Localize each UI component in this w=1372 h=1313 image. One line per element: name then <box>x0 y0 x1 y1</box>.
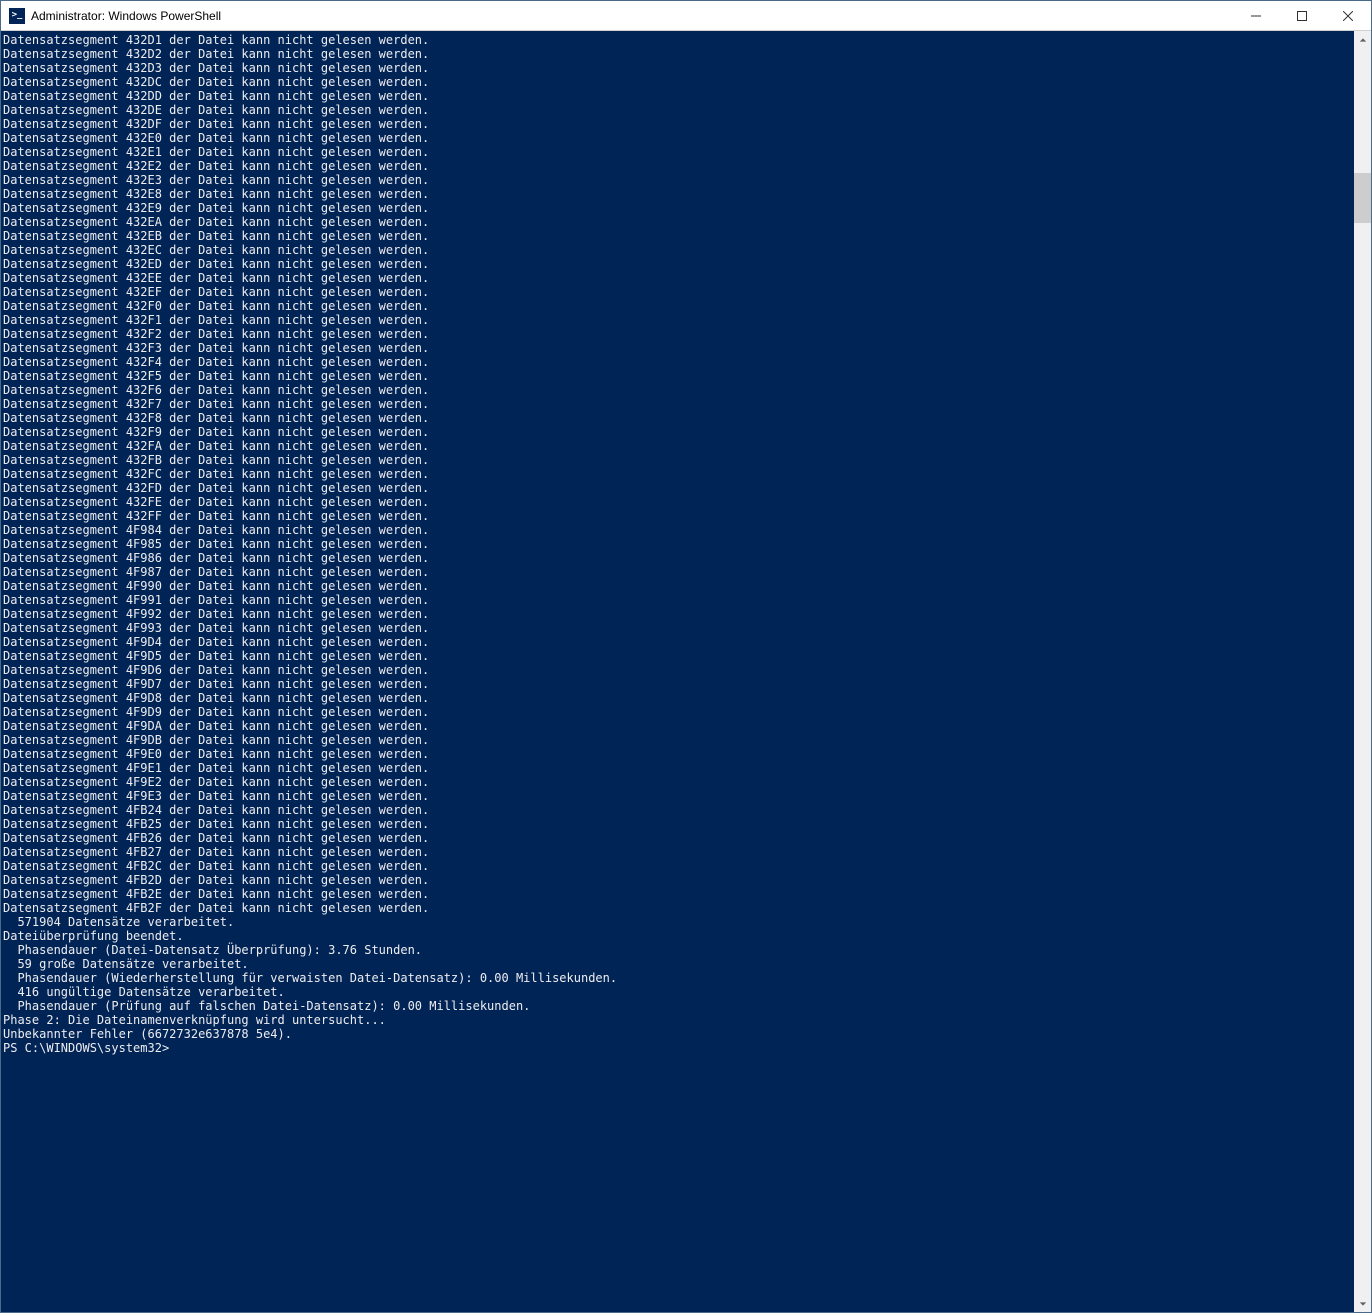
terminal-line: Datensatzsegment 432F3 der Datei kann ni… <box>3 341 1354 355</box>
terminal-line: Datensatzsegment 4FB2E der Datei kann ni… <box>3 887 1354 901</box>
terminal-line: Datensatzsegment 4FB2F der Datei kann ni… <box>3 901 1354 915</box>
terminal-line: Datensatzsegment 4F9D7 der Datei kann ni… <box>3 677 1354 691</box>
terminal-line: Datensatzsegment 4F986 der Datei kann ni… <box>3 551 1354 565</box>
terminal-line: Datensatzsegment 4F9D5 der Datei kann ni… <box>3 649 1354 663</box>
terminal-line: Datensatzsegment 4F991 der Datei kann ni… <box>3 593 1354 607</box>
terminal-line: Datensatzsegment 432F5 der Datei kann ni… <box>3 369 1354 383</box>
terminal-line: Datensatzsegment 4F9D9 der Datei kann ni… <box>3 705 1354 719</box>
terminal-line: Datensatzsegment 4FB26 der Datei kann ni… <box>3 831 1354 845</box>
terminal-line: Datensatzsegment 4F987 der Datei kann ni… <box>3 565 1354 579</box>
scroll-down-button[interactable] <box>1354 1295 1371 1312</box>
terminal-line: Datensatzsegment 432F4 der Datei kann ni… <box>3 355 1354 369</box>
terminal-line: Datensatzsegment 432FF der Datei kann ni… <box>3 509 1354 523</box>
close-button[interactable] <box>1325 1 1371 31</box>
maximize-icon <box>1297 11 1307 21</box>
minimize-button[interactable] <box>1233 1 1279 31</box>
terminal-line: Datensatzsegment 4FB2C der Datei kann ni… <box>3 859 1354 873</box>
powershell-icon: >_ <box>9 8 25 24</box>
terminal-line: Datensatzsegment 432EA der Datei kann ni… <box>3 215 1354 229</box>
terminal-line: Datensatzsegment 432D2 der Datei kann ni… <box>3 47 1354 61</box>
terminal-line: Datensatzsegment 4F9D4 der Datei kann ni… <box>3 635 1354 649</box>
terminal-line: Datensatzsegment 4F9E1 der Datei kann ni… <box>3 761 1354 775</box>
scrollbar-track[interactable] <box>1354 48 1371 1295</box>
terminal-line: PS C:\WINDOWS\system32> <box>3 1041 1354 1055</box>
terminal-line: Datensatzsegment 4FB25 der Datei kann ni… <box>3 817 1354 831</box>
terminal-line: Datensatzsegment 432DD der Datei kann ni… <box>3 89 1354 103</box>
terminal-line: Phase 2: Die Dateinamenverknüpfung wird … <box>3 1013 1354 1027</box>
terminal-line: Datensatzsegment 432EE der Datei kann ni… <box>3 271 1354 285</box>
terminal-line: Datensatzsegment 432FC der Datei kann ni… <box>3 467 1354 481</box>
window-title: Administrator: Windows PowerShell <box>31 9 221 23</box>
chevron-down-icon <box>1359 1300 1367 1308</box>
maximize-button[interactable] <box>1279 1 1325 31</box>
terminal-line: Datensatzsegment 4F984 der Datei kann ni… <box>3 523 1354 537</box>
terminal-line: Datensatzsegment 4F9D6 der Datei kann ni… <box>3 663 1354 677</box>
scrollbar-thumb[interactable] <box>1354 173 1371 223</box>
terminal-line: Datensatzsegment 432EF der Datei kann ni… <box>3 285 1354 299</box>
terminal-line: Datensatzsegment 432D3 der Datei kann ni… <box>3 61 1354 75</box>
terminal-line: 571904 Datensätze verarbeitet. <box>3 915 1354 929</box>
terminal-output[interactable]: Datensatzsegment 432D1 der Datei kann ni… <box>1 31 1354 1312</box>
terminal-line: Datensatzsegment 432F2 der Datei kann ni… <box>3 327 1354 341</box>
terminal-line: Datensatzsegment 432E0 der Datei kann ni… <box>3 131 1354 145</box>
terminal-line: Datensatzsegment 432D1 der Datei kann ni… <box>3 33 1354 47</box>
terminal-line: Datensatzsegment 432E2 der Datei kann ni… <box>3 159 1354 173</box>
terminal-line: Datensatzsegment 432F1 der Datei kann ni… <box>3 313 1354 327</box>
terminal-line: Datensatzsegment 432FA der Datei kann ni… <box>3 439 1354 453</box>
terminal-line: Datensatzsegment 432DF der Datei kann ni… <box>3 117 1354 131</box>
vertical-scrollbar[interactable] <box>1354 31 1371 1312</box>
terminal-line: Datensatzsegment 432F0 der Datei kann ni… <box>3 299 1354 313</box>
terminal-line: Datensatzsegment 432F7 der Datei kann ni… <box>3 397 1354 411</box>
terminal-line: Datensatzsegment 4F9D8 der Datei kann ni… <box>3 691 1354 705</box>
terminal-line: Datensatzsegment 432F8 der Datei kann ni… <box>3 411 1354 425</box>
terminal-line: Dateiüberprüfung beendet. <box>3 929 1354 943</box>
client-area: Datensatzsegment 432D1 der Datei kann ni… <box>1 31 1371 1312</box>
terminal-line: Datensatzsegment 432FB der Datei kann ni… <box>3 453 1354 467</box>
terminal-line: Datensatzsegment 432E1 der Datei kann ni… <box>3 145 1354 159</box>
terminal-line: Datensatzsegment 432FE der Datei kann ni… <box>3 495 1354 509</box>
terminal-line: Datensatzsegment 4F990 der Datei kann ni… <box>3 579 1354 593</box>
terminal-line: Datensatzsegment 432EB der Datei kann ni… <box>3 229 1354 243</box>
terminal-line: Datensatzsegment 432E3 der Datei kann ni… <box>3 173 1354 187</box>
terminal-line: Datensatzsegment 432EC der Datei kann ni… <box>3 243 1354 257</box>
scroll-up-button[interactable] <box>1354 31 1371 48</box>
terminal-line: Datensatzsegment 432DE der Datei kann ni… <box>3 103 1354 117</box>
terminal-line: Datensatzsegment 4F9DA der Datei kann ni… <box>3 719 1354 733</box>
terminal-line: Datensatzsegment 4FB24 der Datei kann ni… <box>3 803 1354 817</box>
terminal-line: Datensatzsegment 4F9E3 der Datei kann ni… <box>3 789 1354 803</box>
terminal-line: Datensatzsegment 432F9 der Datei kann ni… <box>3 425 1354 439</box>
terminal-line: Phasendauer (Wiederherstellung für verwa… <box>3 971 1354 985</box>
chevron-up-icon <box>1359 36 1367 44</box>
minimize-icon <box>1251 11 1261 21</box>
terminal-line: Datensatzsegment 4F9E0 der Datei kann ni… <box>3 747 1354 761</box>
terminal-line: Phasendauer (Datei-Datensatz Überprüfung… <box>3 943 1354 957</box>
terminal-line: Datensatzsegment 432E9 der Datei kann ni… <box>3 201 1354 215</box>
terminal-line: 59 große Datensätze verarbeitet. <box>3 957 1354 971</box>
terminal-line: Datensatzsegment 4F985 der Datei kann ni… <box>3 537 1354 551</box>
terminal-line: Datensatzsegment 4FB27 der Datei kann ni… <box>3 845 1354 859</box>
terminal-line: Datensatzsegment 4F9DB der Datei kann ni… <box>3 733 1354 747</box>
terminal-line: Datensatzsegment 432DC der Datei kann ni… <box>3 75 1354 89</box>
terminal-line: 416 ungültige Datensätze verarbeitet. <box>3 985 1354 999</box>
terminal-line: Datensatzsegment 4FB2D der Datei kann ni… <box>3 873 1354 887</box>
terminal-line: Phasendauer (Prüfung auf falschen Datei-… <box>3 999 1354 1013</box>
close-icon <box>1343 11 1353 21</box>
titlebar[interactable]: >_ Administrator: Windows PowerShell <box>1 1 1371 31</box>
terminal-line: Datensatzsegment 4F992 der Datei kann ni… <box>3 607 1354 621</box>
terminal-line: Unbekannter Fehler (6672732e637878 5e4). <box>3 1027 1354 1041</box>
powershell-window: >_ Administrator: Windows PowerShell Dat… <box>0 0 1372 1313</box>
terminal-line: Datensatzsegment 4F993 der Datei kann ni… <box>3 621 1354 635</box>
terminal-line: Datensatzsegment 4F9E2 der Datei kann ni… <box>3 775 1354 789</box>
terminal-line: Datensatzsegment 432F6 der Datei kann ni… <box>3 383 1354 397</box>
terminal-line: Datensatzsegment 432E8 der Datei kann ni… <box>3 187 1354 201</box>
terminal-line: Datensatzsegment 432FD der Datei kann ni… <box>3 481 1354 495</box>
terminal-line: Datensatzsegment 432ED der Datei kann ni… <box>3 257 1354 271</box>
